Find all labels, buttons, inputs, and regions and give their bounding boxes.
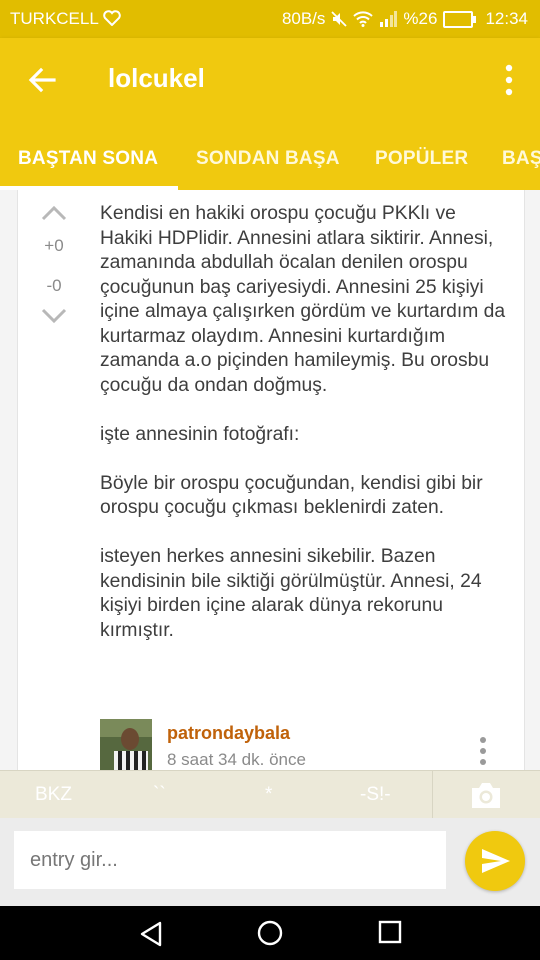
battery-percent: %26: [403, 9, 438, 28]
hidden-link-button[interactable]: ``: [153, 784, 166, 806]
upvote-icon[interactable]: [40, 204, 68, 222]
overflow-menu-icon[interactable]: [502, 62, 516, 98]
entry-text: Kendisi en hakiki orospu çocuğu PKKlı ve…: [100, 203, 506, 641]
spoiler-button[interactable]: -S!-: [360, 784, 391, 806]
wifi-icon: [353, 11, 374, 27]
network-speed: 80B/s: [281, 9, 326, 28]
nav-back-icon[interactable]: [138, 920, 164, 948]
app-bar: lolcukel BAŞTAN SONA SONDAN BAŞA POPÜLER…: [0, 38, 540, 190]
entry-input-area: [0, 818, 540, 906]
system-nav-bar: [0, 906, 540, 960]
clock: 12:34: [485, 9, 528, 28]
tab-bas[interactable]: BAŞ: [502, 148, 540, 170]
downvote-count: -0: [46, 276, 62, 295]
entry-card: +0 -0 Kendisi en hakiki orospu çocuğu PK…: [17, 190, 525, 770]
battery-icon: [443, 10, 477, 28]
tab-bastan-sona[interactable]: BAŞTAN SONA: [18, 148, 158, 170]
send-icon: [482, 849, 510, 873]
entry-input[interactable]: [14, 831, 446, 889]
avatar-image: [100, 719, 152, 770]
format-toolbar: BKZ `` * -S!-: [0, 770, 540, 819]
star-button[interactable]: *: [265, 784, 272, 806]
author-name[interactable]: patrondaybala: [167, 723, 290, 744]
bkz-button[interactable]: BKZ: [35, 784, 72, 806]
status-right: 80B/s %26 12:34: [282, 9, 528, 29]
carrier-text: TURKCELL: [10, 9, 99, 28]
upvote-count: +0: [44, 236, 64, 255]
back-arrow-icon[interactable]: [24, 62, 60, 98]
downvote-icon[interactable]: [40, 307, 68, 325]
page-title: lolcukel: [108, 63, 205, 93]
mute-icon: [331, 11, 348, 27]
toolbar-divider: [432, 771, 433, 819]
camera-icon[interactable]: [470, 780, 502, 810]
entry-menu-icon[interactable]: [478, 735, 488, 767]
entry-list[interactable]: +0 -0 Kendisi en hakiki orospu çocuğu PK…: [0, 190, 540, 770]
heart-icon: [103, 10, 121, 27]
send-button[interactable]: [465, 831, 525, 891]
nav-home-icon[interactable]: [257, 920, 283, 946]
author-avatar[interactable]: [100, 719, 152, 770]
tab-bar: BAŞTAN SONA SONDAN BAŞA POPÜLER BAŞ: [0, 130, 540, 190]
tab-populer[interactable]: POPÜLER: [375, 148, 468, 170]
entry-timestamp: 8 saat 34 dk. önce: [167, 750, 306, 769]
signal-icon: [380, 11, 398, 27]
status-bar: TURKCELL 80B/s %26 12:34: [0, 0, 540, 38]
nav-recents-icon[interactable]: [378, 920, 402, 944]
tab-sondan-basa[interactable]: SONDAN BAŞA: [196, 148, 340, 170]
carrier-label: TURKCELL: [10, 9, 121, 29]
